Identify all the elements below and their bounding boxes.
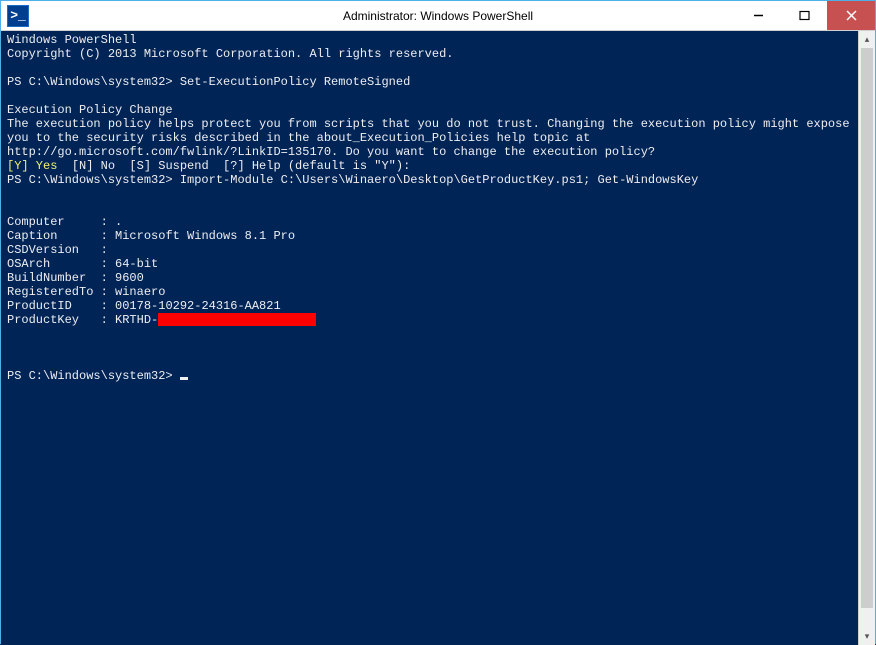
window-title: Administrator: Windows PowerShell (343, 9, 533, 23)
prompt: PS C:\Windows\system32> (7, 75, 180, 89)
powershell-icon-glyph: >_ (10, 9, 26, 22)
choice-yes: [Y] Yes (7, 159, 57, 173)
banner-line: Windows PowerShell (7, 33, 137, 47)
scrollbar-thumb[interactable] (861, 48, 873, 608)
window-titlebar: >_ Administrator: Windows PowerShell (1, 1, 875, 31)
command-text: Set-ExecutionPolicy RemoteSigned (180, 75, 410, 89)
policy-body: you to the security risks described in t… (7, 131, 590, 145)
maximize-icon (799, 10, 810, 21)
output-osarch: 64-bit (115, 257, 158, 271)
text-cursor (180, 377, 188, 380)
output-productid: 00178-10292-24316-AA821 (115, 299, 281, 313)
console-area: Windows PowerShell Copyright (C) 2013 Mi… (1, 31, 875, 645)
policy-body: The execution policy helps protect you f… (7, 117, 850, 131)
window-controls (735, 1, 875, 30)
close-button[interactable] (827, 1, 875, 30)
banner-line: Copyright (C) 2013 Microsoft Corporation… (7, 47, 453, 61)
prompt: PS C:\Windows\system32> (7, 369, 180, 383)
output-caption: Microsoft Windows 8.1 Pro (115, 229, 295, 243)
scroll-down-button[interactable]: ▾ (859, 628, 875, 645)
powershell-console[interactable]: Windows PowerShell Copyright (C) 2013 Mi… (1, 31, 858, 645)
scroll-up-button[interactable]: ▴ (859, 31, 875, 48)
minimize-button[interactable] (735, 1, 781, 30)
output-productkey-visible: KRTHD- (115, 313, 158, 327)
command-text: Import-Module C:\Users\Winaero\Desktop\G… (180, 173, 698, 187)
close-icon (846, 10, 857, 21)
scrollbar-track[interactable] (859, 48, 875, 628)
output-buildnumber: 9600 (115, 271, 144, 285)
minimize-icon (753, 10, 764, 21)
prompt: PS C:\Windows\system32> (7, 173, 180, 187)
vertical-scrollbar[interactable]: ▴ ▾ (858, 31, 875, 645)
powershell-icon: >_ (7, 5, 29, 27)
policy-body: http://go.microsoft.com/fwlink/?LinkID=1… (7, 145, 655, 159)
output-registeredto: winaero (115, 285, 165, 299)
output-computer: . (115, 215, 122, 229)
redaction-bar (158, 313, 316, 326)
maximize-button[interactable] (781, 1, 827, 30)
choice-rest: [N] No [S] Suspend [?] Help (default is … (57, 159, 410, 173)
policy-header: Execution Policy Change (7, 103, 173, 117)
